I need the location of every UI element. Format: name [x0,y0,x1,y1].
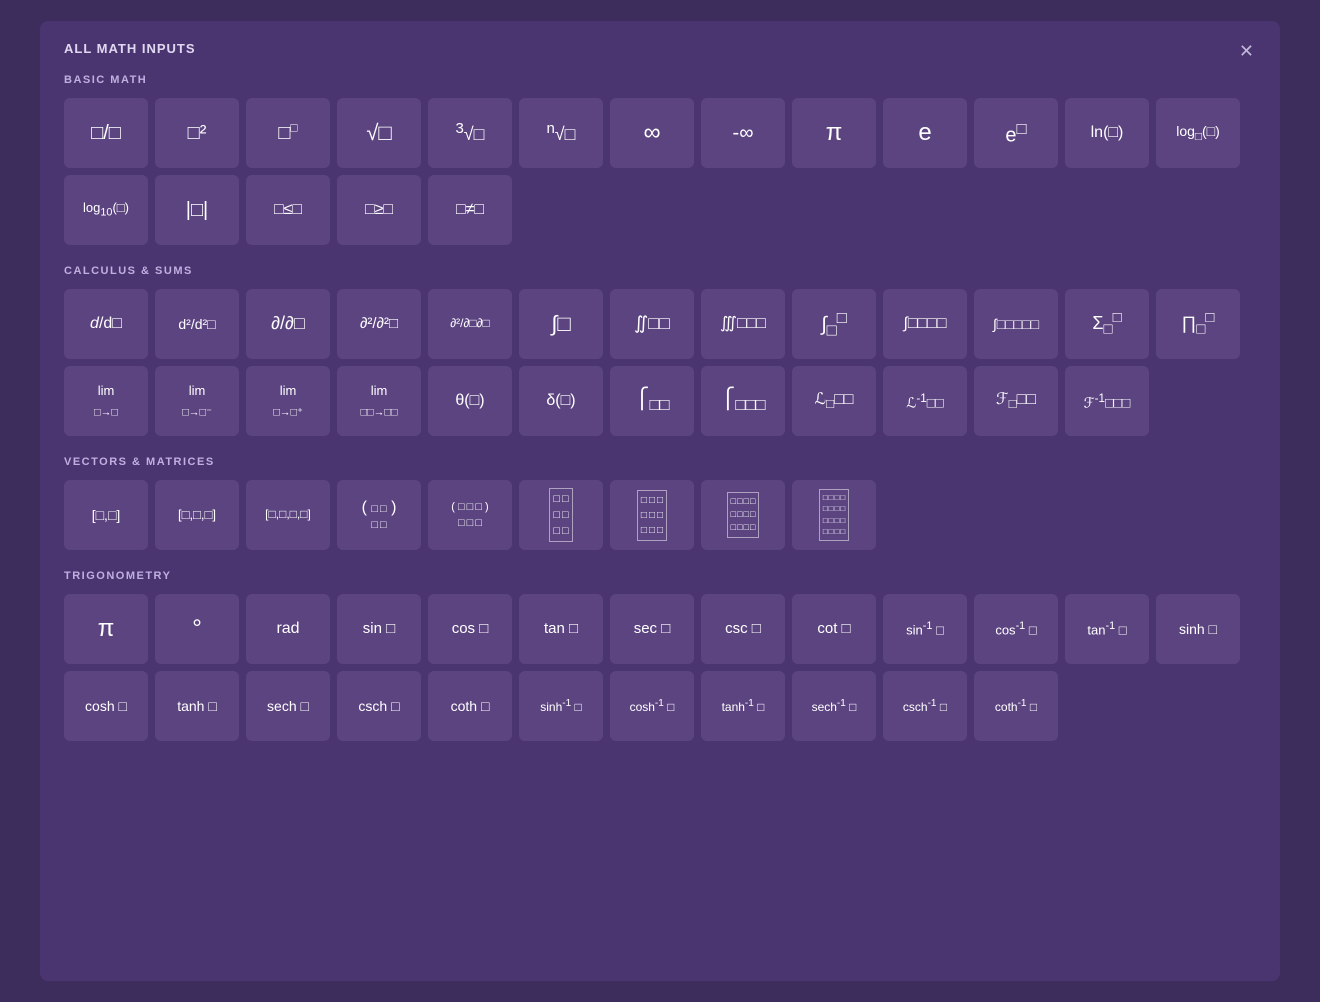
product-btn[interactable]: ∏□□ [1156,289,1240,359]
defintegral2-btn[interactable]: ∫□□□□ [883,289,967,359]
log10-btn[interactable]: log10(□) [64,175,148,245]
trigonometry-section: TRIGONOMETRY π ° rad sin □ cos □ tan □ s… [64,570,1256,741]
trig-pi-btn[interactable]: π [64,594,148,664]
defintegral3-btn[interactable]: ∫□□□□□ [974,289,1058,359]
vec4-btn[interactable]: [□,□,□,□] [246,480,330,550]
integral-btn[interactable]: ∫□ [519,289,603,359]
deriv2-btn[interactable]: d²/d²□ [155,289,239,359]
dblintegral-btn[interactable]: ∬□□ [610,289,694,359]
log-btn[interactable]: log□(□) [1156,98,1240,168]
sec-btn[interactable]: sec □ [610,594,694,664]
calculus-section: CALCULUS & SUMS d/d□ d²/d²□ ∂/∂□ ∂²/∂²□ … [64,265,1256,436]
sech-btn[interactable]: sech □ [246,671,330,741]
neq-btn[interactable]: □≠□ [428,175,512,245]
mat44-btn[interactable]: □□□□□□□□□□□□□□□□ [792,480,876,550]
leq-btn[interactable]: □≤□ [246,175,330,245]
cos-btn[interactable]: cos □ [428,594,512,664]
inf-btn[interactable]: ∞ [610,98,694,168]
limleft-btn[interactable]: lim□→□⁻ [155,366,239,436]
tanh-btn[interactable]: tanh □ [155,671,239,741]
arccosh-btn[interactable]: cosh-1 □ [610,671,694,741]
sum-btn[interactable]: Σ□□ [1065,289,1149,359]
piecewise3-btn[interactable]: ⎧□□□ [701,366,785,436]
vectors-grid: [□,□] [□,□,□] [□,□,□,□] ( □□□□ ) ( □□□□□… [64,480,1256,550]
partial2-btn[interactable]: ∂²/∂²□ [337,289,421,359]
trig-rad-btn[interactable]: rad [246,594,330,664]
calculus-label: CALCULUS & SUMS [64,265,1256,277]
cot-btn[interactable]: cot □ [792,594,876,664]
delta-btn[interactable]: δ(□) [519,366,603,436]
calculus-grid2: lim□→□ lim□→□⁻ lim□→□⁺ lim□□→□□ θ(□) δ(□… [64,366,1256,436]
math-inputs-dialog: ALL MATH INPUTS ✕ BASIC MATH □/□ □² □□ √… [40,21,1280,981]
nrt-btn[interactable]: n√□ [519,98,603,168]
limright-btn[interactable]: lim□→□⁺ [246,366,330,436]
arcsech-btn[interactable]: sech-1 □ [792,671,876,741]
partialmix-btn[interactable]: ∂²/∂□∂□ [428,289,512,359]
sinh-btn[interactable]: sinh □ [1156,594,1240,664]
basic-math-grid: □/□ □² □□ √□ 3√□ n√□ ∞ -∞ π e e□ ln(□) l… [64,98,1256,168]
arctanh-btn[interactable]: tanh-1 □ [701,671,785,741]
arcsinh-btn[interactable]: sinh-1 □ [519,671,603,741]
cbrt-btn[interactable]: 3√□ [428,98,512,168]
power-btn[interactable]: □□ [246,98,330,168]
dialog-title: ALL MATH INPUTS [64,41,1256,56]
exp-btn[interactable]: e□ [974,98,1058,168]
lim-btn[interactable]: lim□→□ [64,366,148,436]
vectors-section: VECTORS & MATRICES [□,□] [□,□,□] [□,□,□,… [64,456,1256,550]
defintegral-btn[interactable]: ∫□□ [792,289,876,359]
tripleintegral-btn[interactable]: ∭□□□ [701,289,785,359]
mat23-btn[interactable]: ( □□□□□□ ) [428,480,512,550]
mat32-btn[interactable]: □□□□□□ [519,480,603,550]
trig-grid1: π ° rad sin □ cos □ tan □ sec □ csc □ co… [64,594,1256,664]
csc-btn[interactable]: csc □ [701,594,785,664]
calculus-grid1: d/d□ d²/d²□ ∂/∂□ ∂²/∂²□ ∂²/∂□∂□ ∫□ ∬□□ ∭… [64,289,1256,359]
vec3-btn[interactable]: [□,□,□] [155,480,239,550]
e-btn[interactable]: e [883,98,967,168]
piecewise2-btn[interactable]: ⎧□□ [610,366,694,436]
mat43-btn[interactable]: □□□□□□□□□□□□ [701,480,785,550]
arcsin-btn[interactable]: sin-1 □ [883,594,967,664]
cosh-btn[interactable]: cosh □ [64,671,148,741]
mat22-btn[interactable]: ( □□□□ ) [337,480,421,550]
partial-btn[interactable]: ∂/∂□ [246,289,330,359]
arccoth-btn[interactable]: coth-1 □ [974,671,1058,741]
abs-btn[interactable]: |□| [155,175,239,245]
vec2-btn[interactable]: [□,□] [64,480,148,550]
liminf-btn[interactable]: lim□□→□□ [337,366,421,436]
laplace-btn[interactable]: ℒ□□□ [792,366,876,436]
sin-btn[interactable]: sin □ [337,594,421,664]
deriv-btn[interactable]: d/d□ [64,289,148,359]
trig-grid2: cosh □ tanh □ sech □ csch □ coth □ sinh-… [64,671,1256,741]
pi-btn[interactable]: π [792,98,876,168]
mat33-btn[interactable]: □□□□□□□□□ [610,480,694,550]
trig-deg-btn[interactable]: ° [155,594,239,664]
fourier-btn[interactable]: ℱ□□□ [974,366,1058,436]
basic-math-grid2: log10(□) |□| □≤□ □≥□ □≠□ [64,175,1256,245]
laplaceinv-btn[interactable]: ℒ-1□□ [883,366,967,436]
basic-math-section: BASIC MATH □/□ □² □□ √□ 3√□ n√□ ∞ -∞ π e… [64,74,1256,245]
trigonometry-label: TRIGONOMETRY [64,570,1256,582]
basic-math-label: BASIC MATH [64,74,1256,86]
fourierinv-btn[interactable]: ℱ-1□□□ [1065,366,1149,436]
tan-btn[interactable]: tan □ [519,594,603,664]
arctan-btn[interactable]: tan-1 □ [1065,594,1149,664]
geq-btn[interactable]: □≥□ [337,175,421,245]
sqrt-btn[interactable]: √□ [337,98,421,168]
arccos-btn[interactable]: cos-1 □ [974,594,1058,664]
vectors-label: VECTORS & MATRICES [64,456,1256,468]
ln-btn[interactable]: ln(□) [1065,98,1149,168]
coth-btn[interactable]: coth □ [428,671,512,741]
theta-btn[interactable]: θ(□) [428,366,512,436]
fraction-btn[interactable]: □/□ [64,98,148,168]
close-button[interactable]: ✕ [1233,39,1260,64]
arccsch-btn[interactable]: csch-1 □ [883,671,967,741]
neginf-btn[interactable]: -∞ [701,98,785,168]
csch-btn[interactable]: csch □ [337,671,421,741]
square-btn[interactable]: □² [155,98,239,168]
